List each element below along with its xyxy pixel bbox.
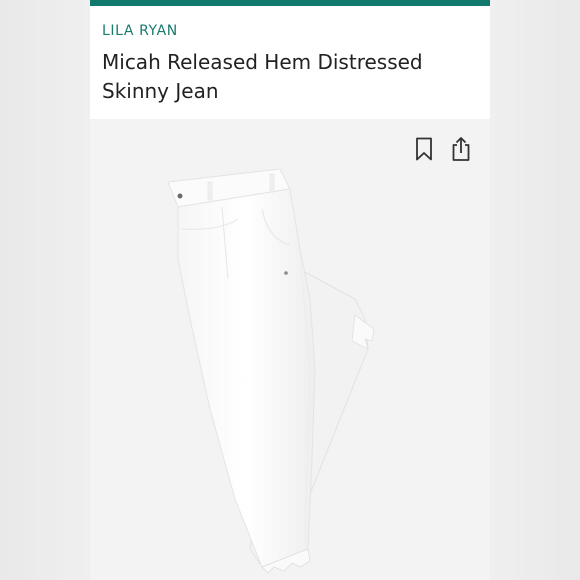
bookmark-button[interactable] [411,135,437,163]
product-header: LILA RYAN Micah Released Hem Distressed … [90,6,490,119]
share-icon [452,137,470,161]
product-image-area [90,119,490,580]
product-title-line2: Skinny Jean [102,79,219,103]
product-title: Micah Released Hem Distressed Skinny Jea… [102,48,482,106]
share-button[interactable] [448,135,474,163]
bookmark-icon [416,137,432,161]
product-title-line1: Micah Released Hem Distressed [102,50,423,74]
product-photo-jeans [167,169,375,574]
screen: LILA RYAN Micah Released Hem Distressed … [0,0,580,580]
brand-name[interactable]: LILA RYAN [102,23,178,39]
product-card: LILA RYAN Micah Released Hem Distressed … [90,0,490,580]
